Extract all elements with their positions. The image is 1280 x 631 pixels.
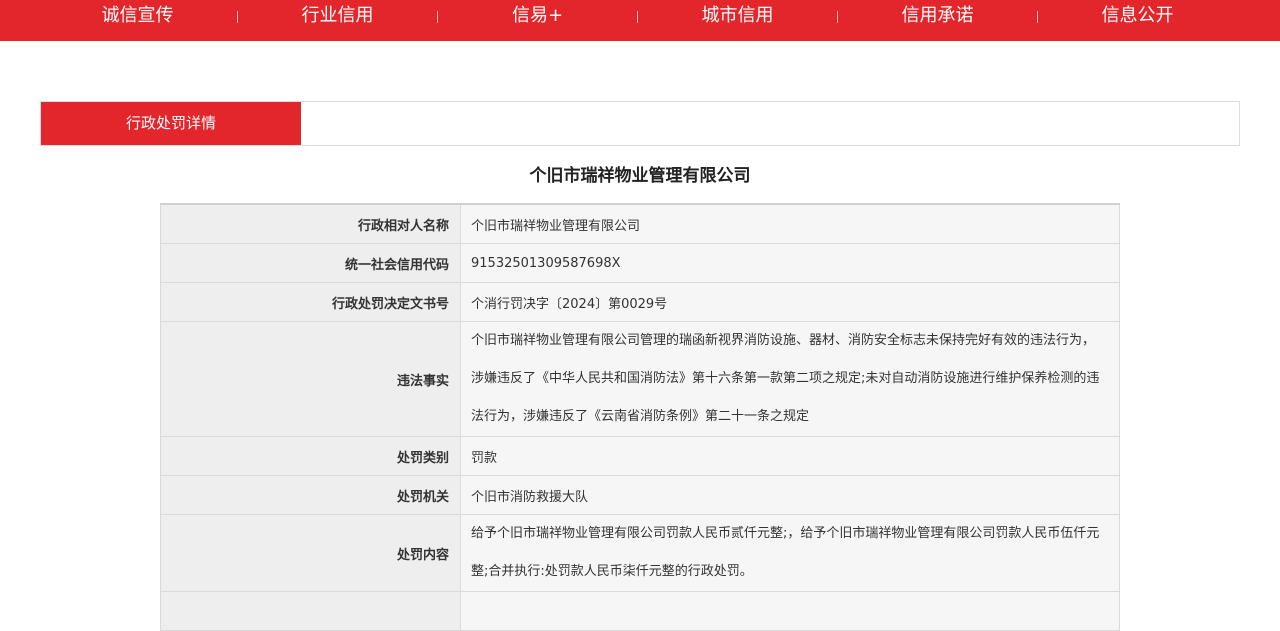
field-label: 行政相对人名称: [160, 203, 461, 244]
table-row: 处罚类别 罚款: [160, 436, 1120, 476]
nav-item-city-credit[interactable]: 城市信用: [638, 0, 837, 32]
tab-penalty-details[interactable]: 行政处罚详情: [41, 102, 301, 145]
detail-tab-bar: 行政处罚详情: [40, 101, 1240, 146]
table-row: 处罚内容 给予个旧市瑞祥物业管理有限公司罚款人民币贰仟元整;，给予个旧市瑞祥物业…: [160, 514, 1120, 592]
nav-item-credit-commitment[interactable]: 信用承诺: [838, 0, 1037, 32]
table-row: 行政处罚决定文书号 个消行罚决字〔2024〕第0029号: [160, 282, 1120, 322]
field-label: 处罚内容: [160, 514, 461, 592]
nav-item-info-disclosure[interactable]: 信息公开: [1038, 0, 1237, 32]
page-title: 个旧市瑞祥物业管理有限公司: [529, 166, 751, 186]
field-value: 个消行罚决字〔2024〕第0029号: [460, 282, 1120, 322]
nav-item-integrity-promotion[interactable]: 诚信宣传: [38, 0, 237, 32]
table-row: 行政相对人名称 个旧市瑞祥物业管理有限公司: [160, 203, 1120, 244]
field-value: 罚款: [460, 436, 1120, 476]
table-row: 处罚机关 个旧市消防救援大队: [160, 475, 1120, 515]
table-row: 违法事实 个旧市瑞祥物业管理有限公司管理的瑞函新视界消防设施、器材、消防安全标志…: [160, 321, 1120, 437]
field-label: 违法事实: [160, 321, 461, 437]
field-value: 个旧市瑞祥物业管理有限公司管理的瑞函新视界消防设施、器材、消防安全标志未保持完好…: [460, 321, 1120, 437]
field-label: 处罚机关: [160, 475, 461, 515]
field-value: 个旧市瑞祥物业管理有限公司: [460, 203, 1120, 244]
penalty-detail-table: 行政相对人名称 个旧市瑞祥物业管理有限公司 统一社会信用代码 915325013…: [160, 203, 1120, 631]
field-value: 91532501309587698X: [460, 243, 1120, 283]
field-label: 行政处罚决定文书号: [160, 282, 461, 322]
field-label: 统一社会信用代码: [160, 243, 461, 283]
field-value: 个旧市消防救援大队: [460, 475, 1120, 515]
table-row: [160, 591, 1120, 631]
top-nav: 诚信宣传 行业信用 信易+ 城市信用 信用承诺 信息公开: [0, 0, 1280, 41]
table-row: 统一社会信用代码 91532501309587698X: [160, 243, 1120, 283]
field-label: 处罚类别: [160, 436, 461, 476]
nav-item-industry-credit[interactable]: 行业信用: [238, 0, 437, 32]
field-value: 给予个旧市瑞祥物业管理有限公司罚款人民币贰仟元整;，给予个旧市瑞祥物业管理有限公…: [460, 514, 1120, 592]
nav-item-credit-easy[interactable]: 信易+: [438, 0, 637, 32]
field-value: [460, 591, 1120, 631]
field-label: [160, 591, 461, 631]
